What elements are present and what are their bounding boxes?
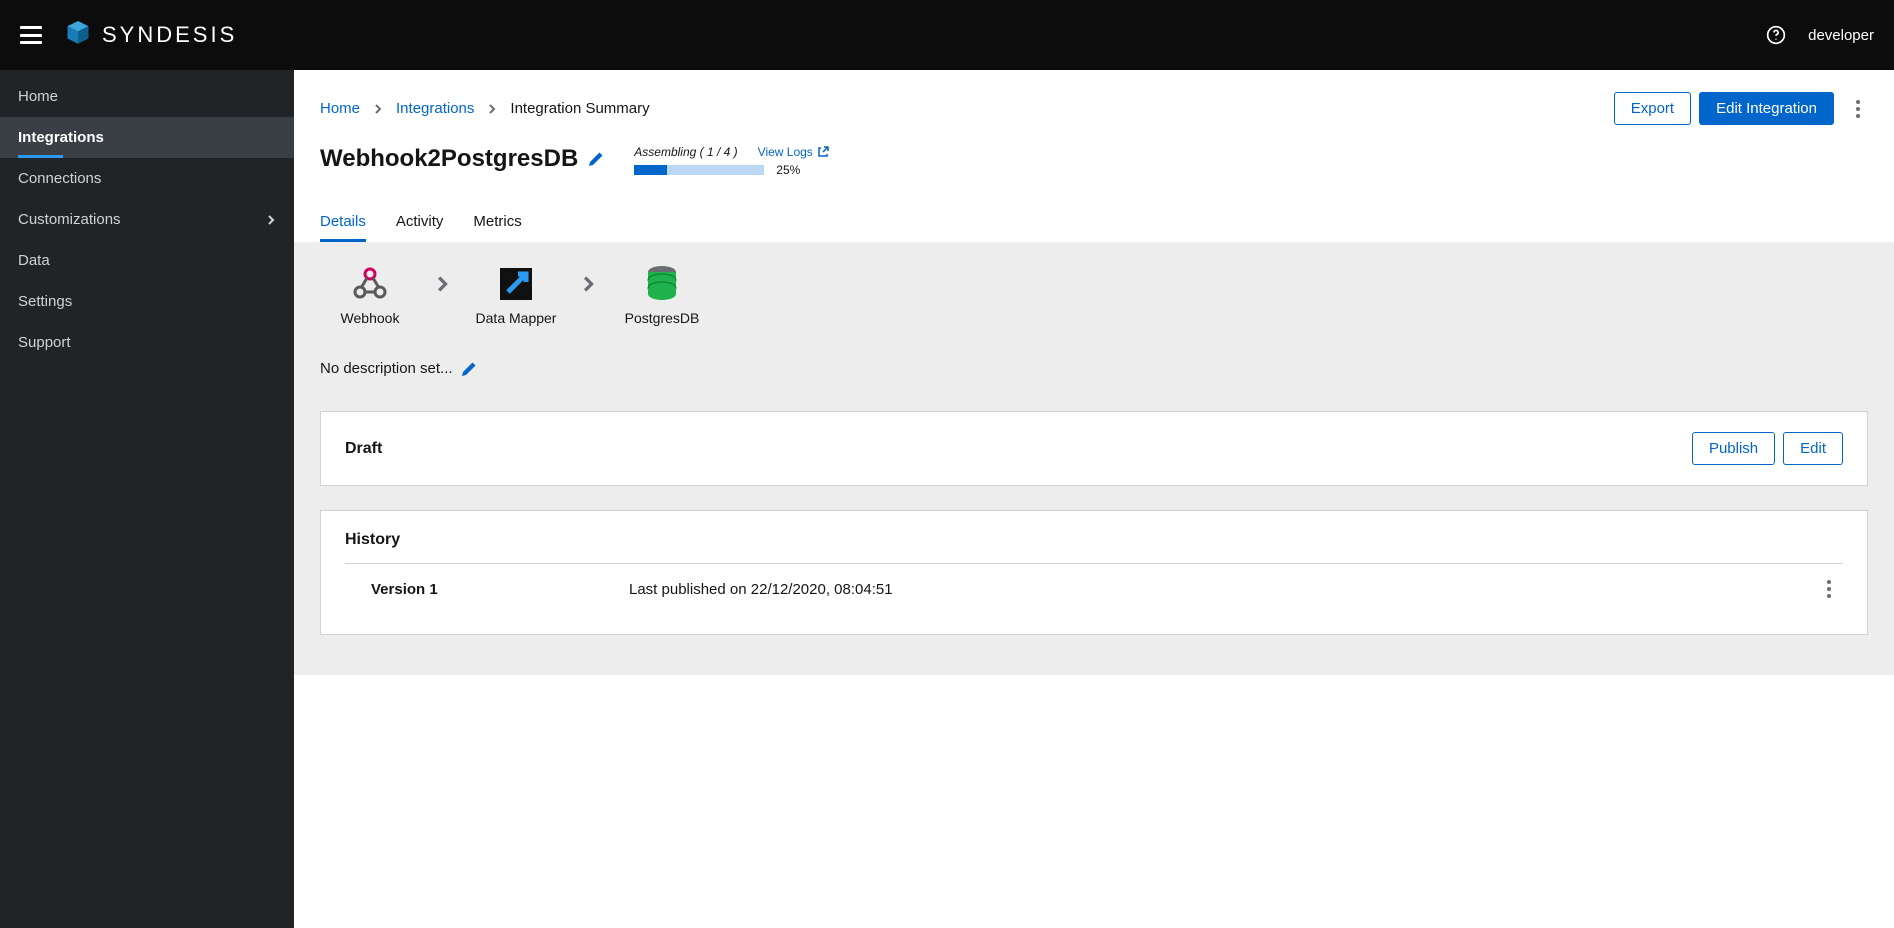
view-logs-link[interactable]: View Logs [758,145,829,159]
sidebar-item-label: Connections [18,170,101,187]
data-mapper-icon [496,264,536,304]
tab-details[interactable]: Details [320,205,366,242]
edit-integration-button[interactable]: Edit Integration [1699,92,1834,125]
sidebar-item-connections[interactable]: Connections [0,158,294,199]
sidebar-item-label: Integrations [18,129,104,146]
database-icon [644,264,680,304]
sidebar-item-customizations[interactable]: Customizations [0,199,294,240]
sidebar-item-support[interactable]: Support [0,322,294,363]
menu-toggle[interactable] [20,26,42,44]
publish-button[interactable]: Publish [1692,432,1775,465]
integration-title: Webhook2PostgresDB [320,145,578,173]
external-link-icon [817,146,829,158]
page-actions-kebab[interactable] [1848,100,1868,118]
integration-description: No description set... [320,360,453,377]
breadcrumb-home[interactable]: Home [320,100,360,117]
sidebar-item-integrations[interactable]: Integrations [0,117,294,158]
draft-card: Draft Publish Edit [320,411,1868,486]
details-panel: Webhook Data Mapper [294,242,1894,411]
flow-step-label: PostgresDB [625,310,700,326]
history-item-kebab[interactable] [1819,580,1839,598]
chevron-right-icon [374,104,382,114]
main-content: Home Integrations Integration Summary Ex… [294,70,1894,928]
sidebar-item-label: Support [18,334,71,351]
sidebar-item-data[interactable]: Data [0,240,294,281]
sidebar: Home Integrations Connections Customizat… [0,70,294,928]
tab-activity[interactable]: Activity [396,205,444,242]
chevron-right-icon [434,264,452,304]
webhook-icon [350,264,390,304]
build-progress-bar [634,165,764,175]
flow-step-label: Webhook [341,310,400,326]
status-text: Assembling ( 1 / 4 ) [634,145,737,159]
draft-title: Draft [345,440,382,458]
build-progress-pct: 25% [776,163,800,177]
history-card: History Version 1 Last published on 22/1… [320,510,1868,635]
flow-step-data-mapper[interactable]: Data Mapper [466,264,566,326]
help-icon[interactable] [1766,25,1786,45]
build-status: Assembling ( 1 / 4 ) View Logs 25% [634,145,829,177]
flow-step-label: Data Mapper [476,310,557,326]
sidebar-item-home[interactable]: Home [0,76,294,117]
edit-description-icon[interactable] [461,361,477,377]
integration-flow: Webhook Data Mapper [320,264,1868,326]
edit-name-icon[interactable] [588,151,604,167]
history-item: Version 1 Last published on 22/12/2020, … [345,563,1843,614]
breadcrumb: Home Integrations Integration Summary [320,100,650,117]
sidebar-item-label: Data [18,252,50,269]
export-button[interactable]: Export [1614,92,1691,125]
build-progress-fill [634,165,667,175]
sidebar-item-label: Customizations [18,211,121,228]
breadcrumb-integrations[interactable]: Integrations [396,100,474,117]
breadcrumb-current: Integration Summary [510,100,649,117]
brand[interactable]: SYNDESIS [64,21,237,49]
tabs: Details Activity Metrics [294,205,1894,242]
chevron-right-icon [266,215,276,225]
brand-name: SYNDESIS [102,22,237,48]
user-menu[interactable]: developer [1808,27,1874,44]
flow-step-postgresdb[interactable]: PostgresDB [612,264,712,326]
syndesis-logo-icon [64,21,92,49]
edit-draft-button[interactable]: Edit [1783,432,1843,465]
history-version: Version 1 [349,581,629,598]
history-title: History [345,531,1843,549]
chevron-right-icon [488,104,496,114]
flow-step-webhook[interactable]: Webhook [320,264,420,326]
sidebar-item-settings[interactable]: Settings [0,281,294,322]
chevron-right-icon [580,264,598,304]
history-date: Last published on 22/12/2020, 08:04:51 [629,581,1805,598]
tab-metrics[interactable]: Metrics [473,205,521,242]
view-logs-label: View Logs [758,145,813,159]
sidebar-item-label: Settings [18,293,72,310]
sidebar-item-label: Home [18,88,58,105]
